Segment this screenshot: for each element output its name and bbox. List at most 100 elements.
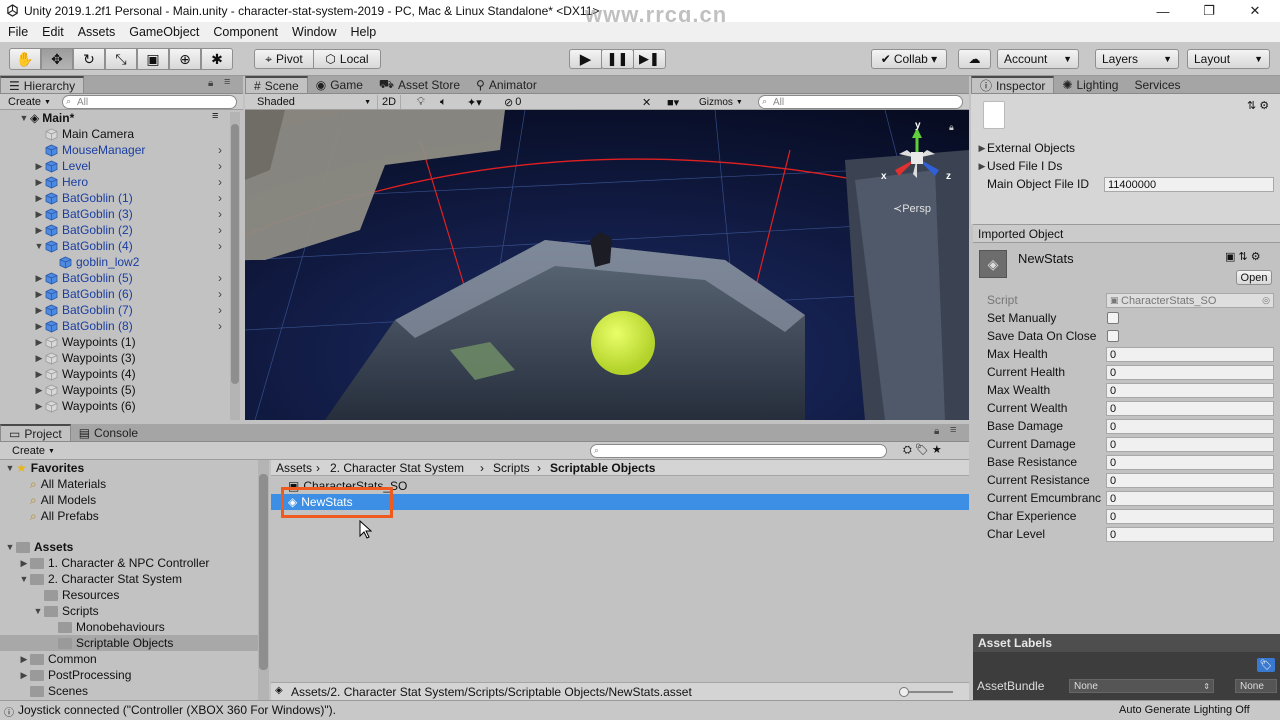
expand-arrow-icon[interactable]: ▶ bbox=[33, 273, 45, 284]
gizmo-axis-y[interactable]: y bbox=[915, 120, 921, 131]
expand-arrow-icon[interactable]: ▶ bbox=[33, 337, 45, 348]
gizmos-dropdown[interactable]: Gizmos ▼ bbox=[695, 95, 747, 109]
tools-icon[interactable]: ✕ bbox=[638, 95, 655, 109]
favorite-all-materials[interactable]: ⌕ All Materials bbox=[30, 476, 106, 492]
expand-arrow-icon[interactable]: ▶ bbox=[33, 305, 45, 316]
hierarchy-item[interactable]: MouseManager bbox=[33, 142, 145, 158]
audio-toggle-icon[interactable]: 🔈︎ bbox=[436, 95, 451, 109]
expand-arrow-icon[interactable]: ▶ bbox=[33, 209, 45, 220]
hierarchy-item[interactable]: ▶ BatGoblin (7) bbox=[33, 302, 133, 318]
expand-arrow-icon[interactable]: ▼ bbox=[33, 241, 45, 251]
gizmo-axis-x[interactable]: x bbox=[881, 171, 887, 182]
lock-icon[interactable]: 🔒︎ bbox=[934, 426, 939, 437]
close-button[interactable]: ✕ bbox=[1232, 0, 1278, 22]
stat-field-input[interactable]: 0 bbox=[1106, 365, 1274, 380]
hidden-objects-toggle[interactable]: ⊘ 0 bbox=[500, 95, 525, 109]
menu-file[interactable]: File bbox=[0, 25, 34, 39]
hierarchy-scrollbar[interactable] bbox=[230, 112, 240, 420]
asset-variant-dropdown[interactable]: None bbox=[1235, 679, 1277, 693]
menu-assets[interactable]: Assets bbox=[70, 25, 122, 39]
project-folder-item[interactable]: Resources bbox=[0, 587, 258, 603]
favorite-all-models[interactable]: ⌕ All Models bbox=[30, 492, 96, 508]
rotate-tool-icon[interactable]: ↻ bbox=[73, 48, 105, 70]
expand-arrow-icon[interactable]: ▶ bbox=[33, 289, 45, 300]
hierarchy-item[interactable]: ▶ Waypoints (1) bbox=[33, 334, 136, 350]
2d-toggle[interactable]: 2D bbox=[377, 95, 402, 109]
project-folder-item[interactable]: Monobehaviours bbox=[0, 619, 258, 635]
project-folder-item[interactable]: ▼ 2. Character Stat System bbox=[0, 571, 258, 587]
asset-bundle-dropdown[interactable]: None ⇕ bbox=[1069, 679, 1214, 693]
assets-root-row[interactable]: ▼ Assets bbox=[4, 539, 74, 555]
hierarchy-item[interactable]: ▶ Waypoints (4) bbox=[33, 366, 136, 382]
expand-arrow-icon[interactable]: ▶ bbox=[33, 401, 45, 412]
project-folder-item[interactable]: Scenes bbox=[0, 683, 258, 699]
hierarchy-create-dropdown[interactable]: Create ▼ bbox=[4, 95, 55, 109]
layout-dropdown[interactable]: Layout ▼ bbox=[1187, 49, 1270, 69]
camera-dropdown-icon[interactable]: ■▾ bbox=[663, 95, 683, 109]
tab-services[interactable]: Services bbox=[1126, 76, 1188, 93]
save-data-on-close-checkbox[interactable] bbox=[1107, 330, 1119, 342]
prefab-open-chevron-icon[interactable]: › bbox=[218, 319, 222, 333]
stat-field-input[interactable]: 0 bbox=[1106, 455, 1274, 470]
stat-field-input[interactable]: 0 bbox=[1106, 509, 1274, 524]
hand-tool-icon[interactable]: ✋ bbox=[9, 48, 41, 70]
scene-root-row[interactable]: ▼ ◈ Main* bbox=[18, 110, 75, 126]
expand-arrow-icon[interactable]: ▶ bbox=[33, 385, 45, 396]
hierarchy-item[interactable]: ▶ BatGoblin (2) bbox=[33, 222, 133, 238]
hierarchy-item[interactable]: ▶ BatGoblin (3) bbox=[33, 206, 133, 222]
hierarchy-item[interactable]: goblin_low2 bbox=[47, 254, 139, 270]
project-folder-item[interactable]: ▶ 1. Character & NPC Controller bbox=[0, 555, 258, 571]
account-dropdown[interactable]: Account ▼ bbox=[997, 49, 1079, 69]
gizmo-axis-z[interactable]: z bbox=[946, 171, 951, 182]
project-folder-item[interactable]: Scriptable Objects bbox=[0, 635, 258, 651]
scene-viewport[interactable]: y x z 🔒︎ ≺Persp bbox=[245, 110, 969, 420]
panel-menu-icon[interactable]: ≡ bbox=[950, 424, 956, 436]
prefab-open-chevron-icon[interactable]: › bbox=[218, 287, 222, 301]
tab-game[interactable]: ◉ Game bbox=[308, 76, 371, 93]
custom-tool-icon[interactable]: ✱ bbox=[201, 48, 233, 70]
local-button[interactable]: ⬡ Local bbox=[313, 49, 381, 69]
prefab-open-chevron-icon[interactable]: › bbox=[218, 143, 222, 157]
lighting-toggle-icon[interactable]: 💡︎ bbox=[413, 95, 429, 109]
prefab-open-chevron-icon[interactable]: › bbox=[218, 239, 222, 253]
minimize-button[interactable]: — bbox=[1140, 0, 1186, 22]
stat-field-input[interactable]: 0 bbox=[1106, 401, 1274, 416]
expand-arrow-icon[interactable]: ▶ bbox=[33, 193, 45, 204]
object-header-icons[interactable]: ▣ ⇅ ⚙ bbox=[1225, 250, 1261, 263]
effects-dropdown-icon[interactable]: ✦▾ bbox=[463, 95, 486, 109]
prefab-open-chevron-icon[interactable]: › bbox=[218, 191, 222, 205]
scene-menu-icon[interactable]: ≡ bbox=[212, 110, 218, 122]
scene-search-input[interactable]: ⌕ All bbox=[758, 95, 963, 109]
project-folder-item[interactable]: ▼ Scripts bbox=[0, 603, 258, 619]
move-tool-icon[interactable]: ✥ bbox=[41, 48, 73, 70]
prefab-open-chevron-icon[interactable]: › bbox=[218, 271, 222, 285]
hierarchy-item[interactable]: ▶ Waypoints (5) bbox=[33, 382, 136, 398]
tab-project[interactable]: ▭ Project bbox=[0, 424, 71, 441]
zoom-slider-thumb[interactable] bbox=[899, 687, 909, 697]
hierarchy-item[interactable]: ▶ Waypoints (3) bbox=[33, 350, 136, 366]
rect-tool-icon[interactable]: ▣ bbox=[137, 48, 169, 70]
tab-console[interactable]: ▤ Console bbox=[71, 424, 146, 441]
hierarchy-item[interactable]: ▶ BatGoblin (5) bbox=[33, 270, 133, 286]
project-folder-item[interactable]: ▶ Common bbox=[0, 651, 258, 667]
panel-menu-icon[interactable]: ≡ bbox=[224, 76, 230, 88]
breadcrumb-scripts[interactable]: Scripts bbox=[493, 461, 530, 475]
stat-field-input[interactable]: 0 bbox=[1106, 437, 1274, 452]
expand-arrow-icon[interactable]: ▶ bbox=[33, 161, 45, 172]
project-create-dropdown[interactable]: Create ▼ bbox=[8, 444, 59, 458]
expand-arrow-icon[interactable]: ▶ bbox=[33, 225, 45, 236]
external-objects-foldout[interactable]: ▶ External Objects bbox=[977, 140, 1076, 156]
breadcrumb-assets[interactable]: Assets bbox=[276, 461, 312, 475]
gizmo-lock-icon[interactable]: 🔒︎ bbox=[949, 122, 954, 133]
hierarchy-item[interactable]: ▶ Level bbox=[33, 158, 91, 174]
project-search-input[interactable]: ⌕ bbox=[590, 444, 887, 458]
prefab-open-chevron-icon[interactable]: › bbox=[218, 207, 222, 221]
expand-arrow-icon[interactable]: ▼ bbox=[32, 606, 44, 616]
scale-tool-icon[interactable]: ⤡ bbox=[105, 48, 137, 70]
hierarchy-search-input[interactable]: ⌕ All bbox=[62, 95, 237, 109]
expand-arrow-icon[interactable]: ▶ bbox=[33, 321, 45, 332]
stat-field-input[interactable]: 0 bbox=[1106, 491, 1274, 506]
expand-arrow-icon[interactable]: ▶ bbox=[18, 654, 30, 665]
menu-help[interactable]: Help bbox=[342, 25, 382, 39]
stat-field-input[interactable]: 0 bbox=[1106, 473, 1274, 488]
